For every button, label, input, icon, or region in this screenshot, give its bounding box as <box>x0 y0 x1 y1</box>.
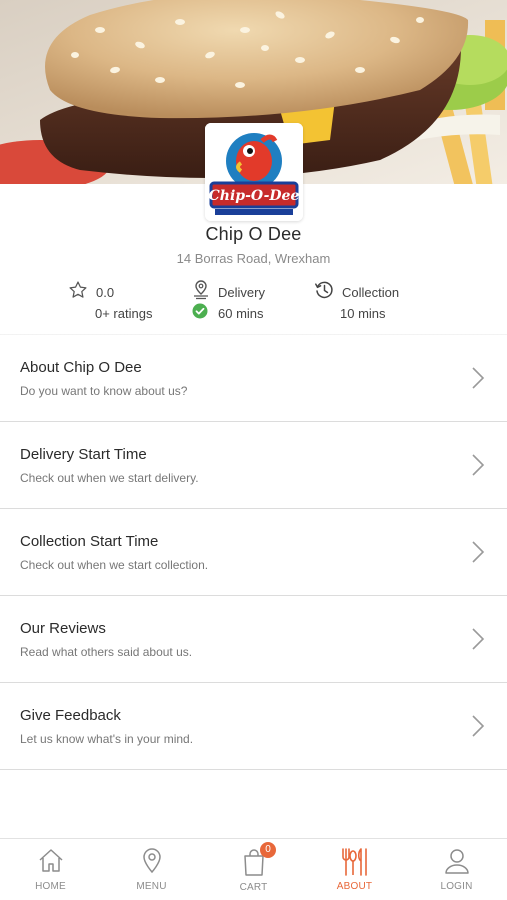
restaurant-logo: Chip-O-Dee <box>205 123 303 221</box>
chevron-right-icon <box>471 366 485 395</box>
delivery-location-icon <box>192 280 210 305</box>
menu-item-about[interactable]: About Chip O Dee Do you want to know abo… <box>0 335 507 422</box>
menu-item-collection-start-time[interactable]: Collection Start Time Check out when we … <box>0 509 507 596</box>
menu-item-title: Collection Start Time <box>20 533 159 550</box>
user-icon <box>443 847 471 880</box>
menu-item-title: Our Reviews <box>20 620 106 637</box>
menu-item-subtitle: Check out when we start delivery. <box>20 471 199 485</box>
fork-knife-icon <box>339 847 371 882</box>
chevron-right-icon <box>471 540 485 569</box>
menu-item-title: Delivery Start Time <box>20 446 147 463</box>
history-clock-icon <box>314 280 334 305</box>
info-menu-list: About Chip O Dee Do you want to know abo… <box>0 335 507 770</box>
home-icon <box>37 847 65 880</box>
chevron-right-icon <box>471 627 485 656</box>
restaurant-name: Chip O Dee <box>205 224 302 244</box>
menu-item-subtitle: Check out when we start collection. <box>20 558 209 572</box>
menu-item-delivery-start-time[interactable]: Delivery Start Time Check out when we st… <box>0 422 507 509</box>
nav-about[interactable]: ABOUT <box>304 839 405 900</box>
nav-menu-label: MENU <box>136 881 167 892</box>
restaurant-address: 14 Borras Road, Wrexham <box>176 251 331 266</box>
nav-about-label: ABOUT <box>336 881 373 892</box>
delivery-label: Delivery <box>218 285 265 300</box>
menu-item-subtitle: Let us know what's in your mind. <box>20 732 194 746</box>
chevron-right-icon <box>471 714 485 743</box>
star-icon <box>68 280 88 305</box>
menu-item-subtitle: Do you want to know about us? <box>20 384 188 398</box>
rating-count: 0+ ratings <box>95 306 153 321</box>
bottom-navigation: HOME MENU CART ABOUT LOGIN <box>0 838 507 900</box>
check-icon <box>192 303 208 324</box>
menu-item-feedback[interactable]: Give Feedback Let us know what's in your… <box>0 683 507 770</box>
cart-count-badge: 0 <box>260 842 276 858</box>
nav-home-label: HOME <box>35 881 66 892</box>
collection-time: 10 mins <box>340 306 386 321</box>
collection-label: Collection <box>342 285 400 300</box>
chevron-right-icon <box>471 453 485 482</box>
logo-text: Chip-O-Dee <box>209 188 300 204</box>
menu-item-subtitle: Read what others said about us. <box>20 645 193 659</box>
rating-value: 0.0 <box>96 285 115 300</box>
nav-menu[interactable]: MENU <box>101 839 202 900</box>
nav-cart[interactable]: CART <box>203 839 304 900</box>
nav-login-label: LOGIN <box>440 881 473 892</box>
delivery-time: 60 mins <box>218 306 264 321</box>
location-pin-icon <box>138 847 166 880</box>
nav-login[interactable]: LOGIN <box>406 839 507 900</box>
nav-home[interactable]: HOME <box>0 839 101 900</box>
menu-item-title: Give Feedback <box>20 707 121 724</box>
restaurant-stats: 0.0 0+ ratings Delivery 60 mins Collecti… <box>0 280 507 324</box>
menu-item-title: About Chip O Dee <box>20 359 142 376</box>
nav-cart-label: CART <box>239 882 268 893</box>
menu-item-reviews[interactable]: Our Reviews Read what others said about … <box>0 596 507 683</box>
